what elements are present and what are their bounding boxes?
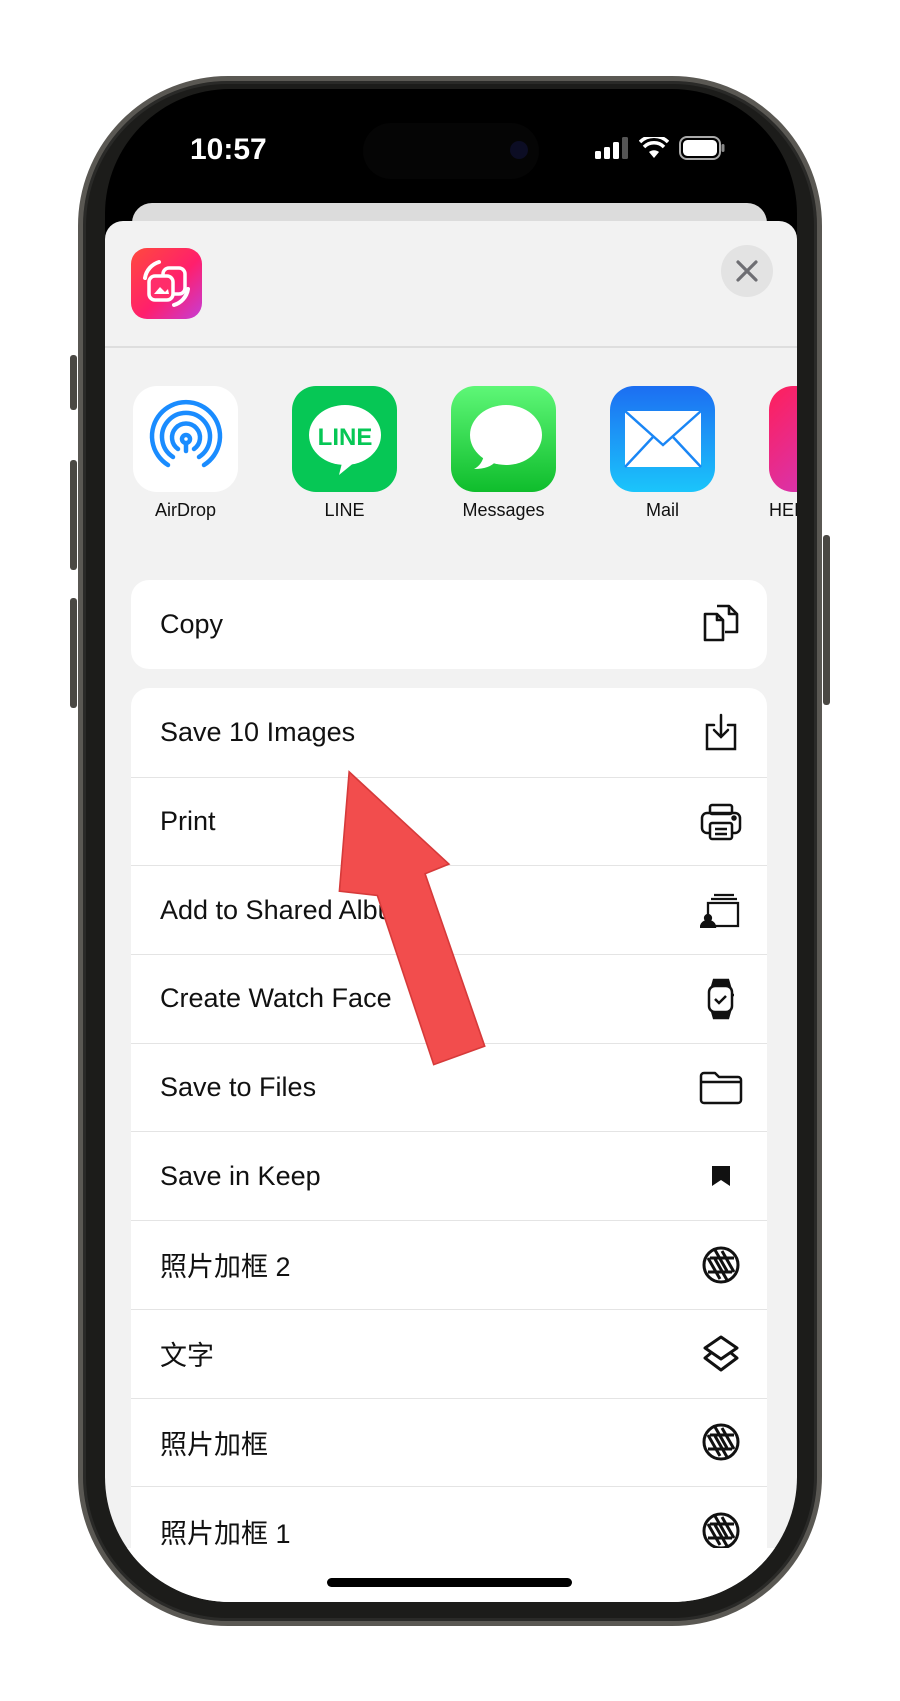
share-target-label: AirDrop [154, 500, 216, 520]
action-label: Create Watch Face [160, 983, 392, 1014]
action-label: Save to Files [160, 1072, 317, 1103]
camera-icon [510, 141, 528, 159]
action-button [70, 355, 77, 410]
action-save-to-files[interactable]: Save to Files [131, 1042, 767, 1132]
action-save-images[interactable]: Save 10 Images [131, 688, 767, 777]
action-label: 照片加框 1 [160, 1518, 291, 1549]
status-time: 10:57 [190, 133, 267, 166]
actions-group: Save 10 Images Print Add to Shared Album… [131, 688, 767, 1575]
share-target-app[interactable]: HEIC [769, 386, 797, 521]
share-target-airdrop[interactable]: AirDrop [133, 386, 238, 521]
aperture-icon [699, 1420, 743, 1464]
share-target-label: Messages [462, 500, 545, 520]
wifi-icon [639, 137, 669, 158]
watch-icon [699, 977, 743, 1021]
action-label: 文字 [160, 1341, 214, 1372]
share-target-label: Mail [645, 500, 679, 520]
shortcuts-layers-icon [699, 1332, 743, 1376]
aperture-icon [699, 1243, 743, 1287]
save-download-icon [699, 710, 743, 754]
app-icon [769, 386, 797, 492]
action-label: 照片加框 2 [160, 1252, 291, 1283]
header-divider [105, 346, 797, 348]
mail-icon [610, 386, 715, 492]
action-label: 照片加框 [160, 1429, 268, 1460]
svg-text:LINE: LINE [317, 424, 372, 451]
battery-icon [679, 136, 725, 160]
share-target-mail[interactable]: Mail [610, 386, 715, 521]
action-print[interactable]: Print [131, 776, 767, 866]
action-add-shared-album[interactable]: Add to Shared Album [131, 865, 767, 954]
action-label: Save 10 Images [160, 716, 356, 747]
copy-group: Copy [131, 580, 767, 669]
share-target-label: HEIC [769, 500, 797, 520]
line-icon: LINE [292, 386, 397, 492]
share-targets-row: AirDrop LINE LINE Messages Mail HEI [133, 386, 797, 521]
messages-icon [451, 386, 556, 492]
shared-album-icon [699, 888, 743, 932]
action-label: Print [160, 806, 216, 837]
airdrop-icon [133, 386, 238, 492]
aperture-icon [699, 1509, 743, 1553]
home-indicator[interactable] [327, 1578, 572, 1587]
volume-down-button [70, 598, 77, 708]
share-sheet: AirDrop LINE LINE Messages Mail HEI Copy… [105, 221, 797, 1602]
share-target-label: LINE [324, 500, 365, 520]
action-label: Copy [160, 608, 224, 639]
folder-icon [699, 1066, 743, 1110]
power-button [823, 535, 830, 705]
action-shortcut-text[interactable]: 文字 [131, 1308, 767, 1398]
action-save-in-keep[interactable]: Save in Keep [131, 1131, 767, 1220]
photo-resize-app-icon [131, 248, 202, 319]
bookmark-icon [699, 1154, 743, 1198]
share-target-messages[interactable]: Messages [451, 386, 556, 521]
cellular-signal-icon [595, 137, 628, 159]
action-label: Save in Keep [160, 1160, 321, 1191]
status-icons [595, 136, 725, 160]
share-target-line[interactable]: LINE LINE [292, 386, 397, 521]
printer-icon [699, 800, 743, 844]
action-label: Add to Shared Album [160, 894, 416, 925]
action-copy[interactable]: Copy [131, 580, 767, 669]
copy-icon [699, 602, 743, 646]
volume-up-button [70, 460, 77, 570]
screen: 10:57 AirDrop LINE LINE Messages Mail HE… [105, 89, 797, 1602]
action-shortcut-photo-frame-2[interactable]: 照片加框 2 [131, 1220, 767, 1309]
action-shortcut-photo-frame[interactable]: 照片加框 [131, 1397, 767, 1487]
close-button[interactable] [721, 245, 773, 297]
close-icon [736, 260, 758, 282]
action-create-watch-face[interactable]: Create Watch Face [131, 954, 767, 1043]
home-area [105, 1548, 797, 1602]
